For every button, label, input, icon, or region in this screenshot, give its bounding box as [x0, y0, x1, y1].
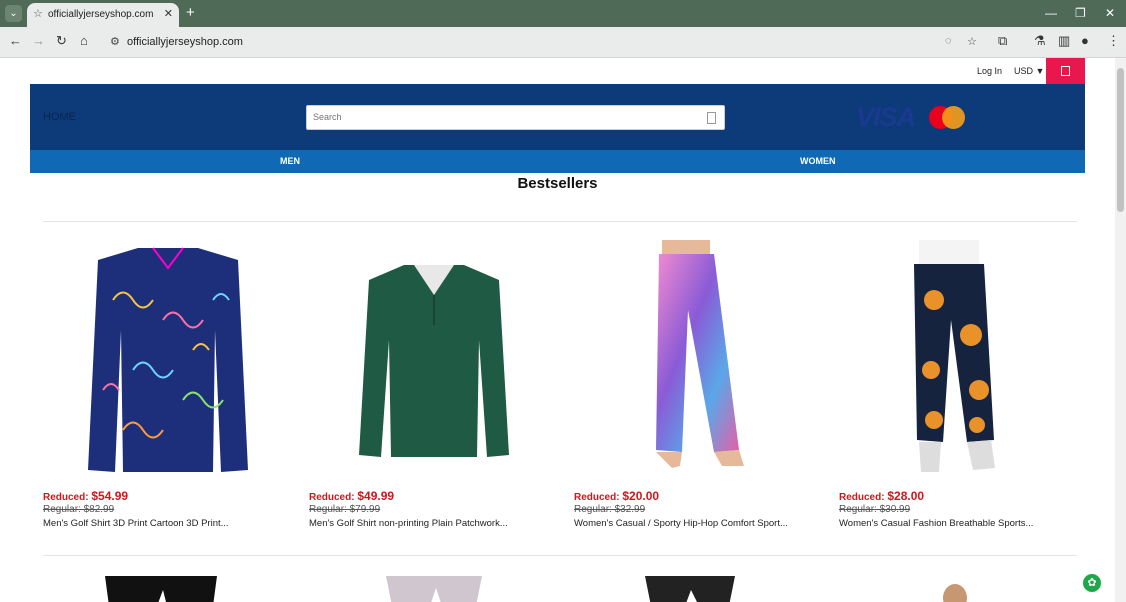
minimize-icon[interactable]: — — [1045, 6, 1057, 20]
product-image[interactable] — [309, 240, 559, 480]
product-image[interactable] — [940, 576, 970, 602]
search-icon[interactable] — [707, 112, 716, 124]
currency-select[interactable]: USD ▼ — [1014, 66, 1044, 76]
product-name[interactable]: Men's Golf Shirt 3D Print Cartoon 3D Pri… — [43, 518, 229, 529]
main-nav: MEN WOMEN — [30, 150, 1085, 173]
regular-price: Regular: $79.99 — [309, 504, 381, 515]
address-bar[interactable]: ⚙ officiallyjerseyshop.com ◌ ☆ — [103, 30, 988, 55]
tab-title: officiallyjerseyshop.com — [48, 9, 154, 20]
visa-logo: VISA — [856, 102, 916, 132]
divider — [43, 555, 1077, 556]
eye-off-icon[interactable]: ◌ — [945, 35, 952, 47]
product-image[interactable] — [386, 576, 482, 602]
extensions-icon[interactable]: ⧉ — [998, 33, 1007, 49]
labs-icon[interactable]: ⚗ — [1034, 33, 1046, 49]
reduced-price: Reduced: $28.00 — [839, 489, 925, 503]
nav-women[interactable]: WOMEN — [800, 156, 836, 166]
bookmark-star-icon[interactable]: ☆ — [967, 35, 977, 48]
login-link[interactable]: Log In — [977, 66, 1002, 76]
product-name[interactable]: Women's Casual / Sporty Hip-Hop Comfort … — [574, 518, 788, 529]
nav-men[interactable]: MEN — [280, 156, 300, 166]
regular-price: Regular: $32.99 — [574, 504, 646, 515]
page: Log In USD ▼ HOME VISA MEN WOMEN Bestsel… — [0, 58, 1115, 602]
back-icon[interactable]: ← — [9, 33, 22, 48]
currency-value: USD — [1014, 66, 1034, 76]
section-title: Bestsellers — [517, 175, 598, 192]
product-image[interactable] — [645, 576, 735, 602]
reduced-price: Reduced: $54.99 — [43, 489, 129, 503]
search-box — [306, 105, 725, 130]
sidepanel-icon[interactable]: ▥ — [1058, 33, 1070, 49]
product-name[interactable]: Men's Golf Shirt non-printing Plain Patc… — [309, 518, 508, 529]
page-scrollbar[interactable] — [1115, 58, 1126, 602]
product-image[interactable] — [43, 240, 293, 480]
product-image[interactable] — [574, 240, 824, 480]
browser-toolbar: ← → ↻ ⌂ ⚙ officiallyjerseyshop.com ◌ ☆ ⧉… — [0, 27, 1126, 58]
close-window-icon[interactable]: ✕ — [1105, 6, 1115, 20]
product-image[interactable] — [839, 240, 1089, 480]
tab-search-icon[interactable]: ⌄ — [5, 5, 22, 22]
regular-price: Regular: $82.99 — [43, 504, 115, 515]
cart-button[interactable] — [1046, 58, 1085, 84]
product-image[interactable] — [105, 576, 217, 602]
new-tab-icon[interactable]: + — [186, 4, 195, 21]
url-text: officiallyjerseyshop.com — [127, 36, 243, 48]
cart-icon — [1061, 66, 1070, 76]
divider — [43, 221, 1077, 222]
home-link[interactable]: HOME — [43, 111, 76, 123]
restore-icon[interactable]: ❐ — [1075, 6, 1086, 20]
caret-down-icon: ▼ — [1035, 66, 1045, 76]
profile-icon[interactable]: ● — [1081, 33, 1089, 48]
tab-close-icon[interactable]: ✕ — [164, 7, 173, 20]
site-header: HOME VISA — [30, 84, 1085, 150]
chat-widget-icon[interactable]: ✿ — [1083, 574, 1101, 592]
reload-icon[interactable]: ↻ — [56, 33, 67, 49]
product-name[interactable]: Women's Casual Fashion Breathable Sports… — [839, 518, 1033, 529]
forward-icon[interactable]: → — [32, 33, 45, 48]
reduced-price: Reduced: $20.00 — [574, 489, 660, 503]
mastercard-logo-orange — [942, 106, 965, 129]
menu-icon[interactable]: ⋮ — [1107, 33, 1120, 49]
search-input[interactable] — [313, 112, 693, 122]
regular-price: Regular: $30.99 — [839, 504, 911, 515]
site-settings-icon[interactable]: ⚙ — [110, 35, 120, 48]
home-icon[interactable]: ⌂ — [80, 33, 88, 48]
reduced-price: Reduced: $49.99 — [309, 489, 395, 503]
favicon-star-icon: ☆ — [33, 8, 43, 20]
scrollbar-thumb[interactable] — [1117, 68, 1124, 212]
browser-tabbar: ⌄ ☆ officiallyjerseyshop.com ✕ + — ❐ ✕ — [0, 0, 1126, 27]
browser-tab[interactable]: ☆ officiallyjerseyshop.com ✕ — [27, 3, 179, 27]
